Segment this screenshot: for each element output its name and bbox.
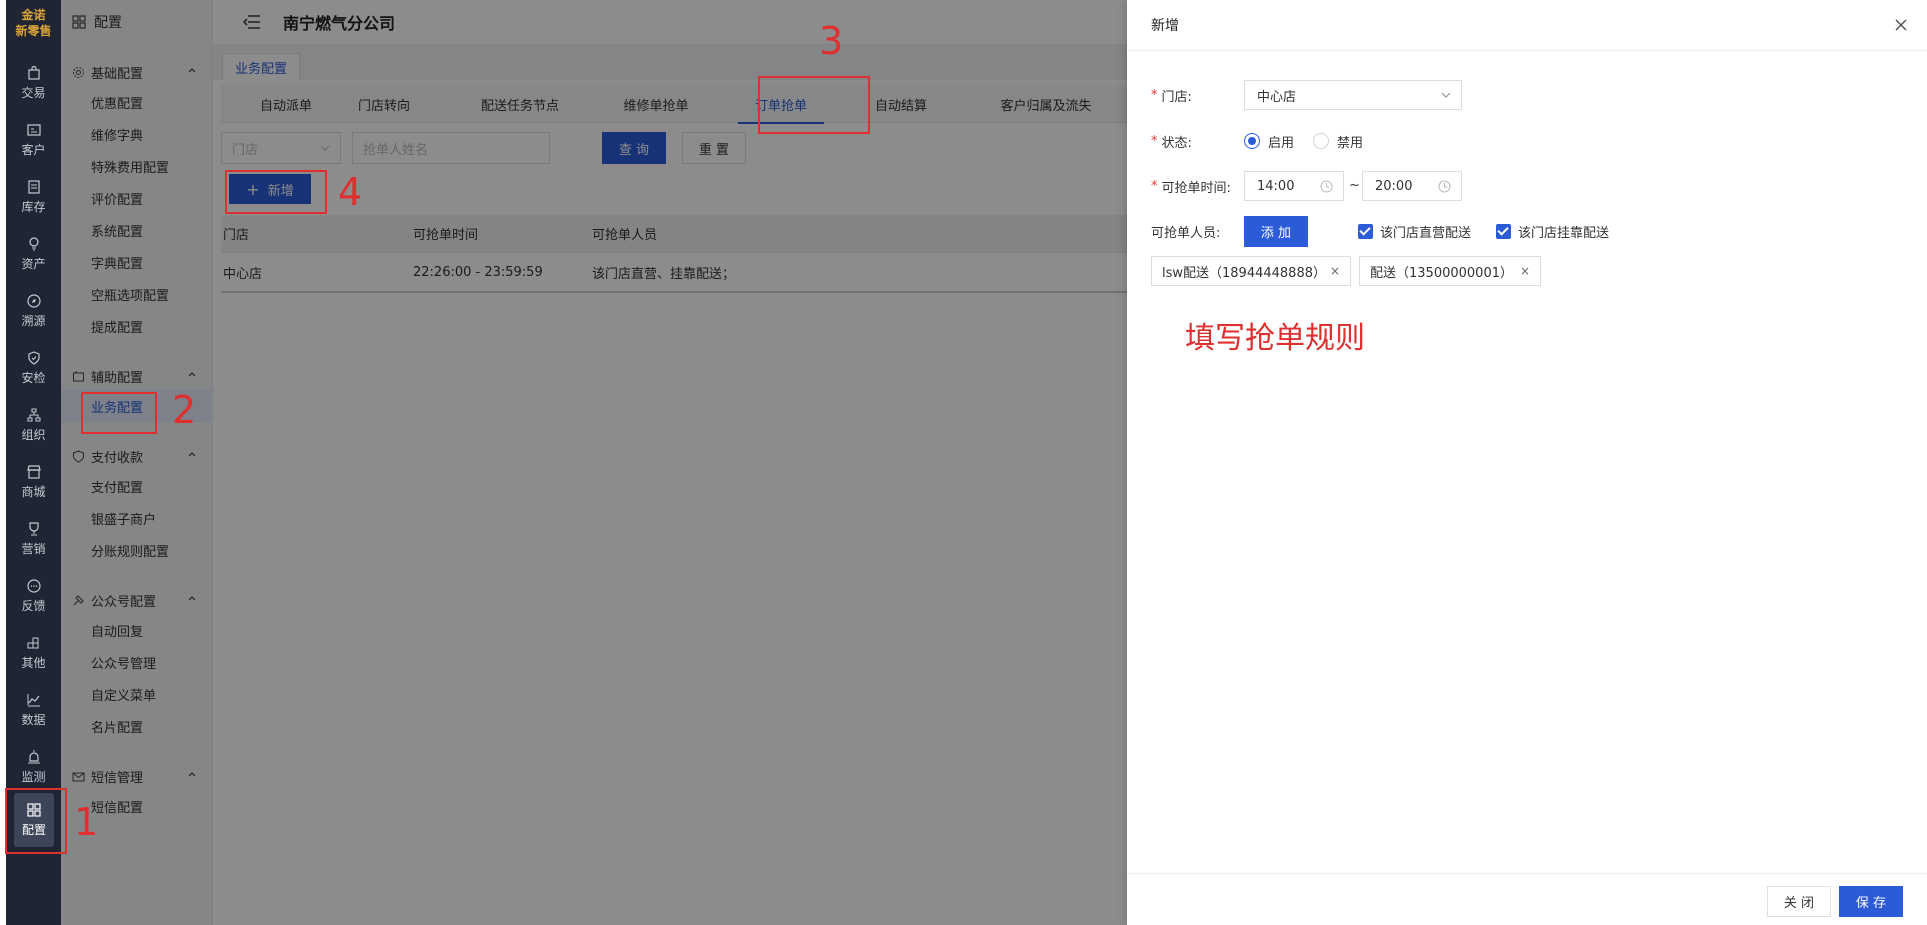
time-end-input[interactable]: 20:00 (1362, 171, 1462, 201)
required-mark: * (1151, 87, 1158, 103)
chevron-down-icon (1441, 92, 1451, 98)
lightbulb-icon (28, 237, 39, 251)
rail-item-label: 数据 (21, 713, 46, 727)
compass-icon (26, 294, 41, 308)
rail-item-7[interactable]: 商城 (6, 455, 61, 509)
id-card-icon (26, 124, 41, 136)
annotation-box-1 (5, 788, 67, 854)
radio-dot (1244, 133, 1260, 149)
status-enabled-label: 启用 (1268, 135, 1295, 151)
rail-item-label: 安检 (21, 371, 46, 385)
clock-icon (1438, 180, 1451, 193)
close-icon[interactable] (1893, 17, 1909, 33)
rail-item-6[interactable]: 组织 (6, 398, 61, 452)
org-chart-icon (27, 408, 40, 422)
annotation-number-1: 1 (74, 800, 99, 844)
annotation-text: 填写抢单规则 (1185, 321, 1365, 356)
rail-item-label: 库存 (21, 200, 46, 214)
time-end-value: 20:00 (1375, 178, 1413, 194)
blocks-icon (27, 637, 38, 649)
rail-item-11[interactable]: 数据 (6, 683, 61, 737)
annotation-box-2 (81, 392, 157, 434)
rail-item-2[interactable]: 库存 (6, 170, 61, 224)
drawer-store-value: 中心店 (1257, 89, 1297, 105)
checkbox-checked (1358, 223, 1373, 239)
rail-item-label: 反馈 (21, 599, 46, 613)
trophy-icon (28, 522, 39, 536)
rail-item-10[interactable]: 其他 (6, 626, 61, 680)
rail-item-label: 溯源 (21, 314, 46, 328)
close-button[interactable]: 关 闭 (1767, 886, 1831, 917)
status-enabled-radio[interactable]: 启用 (1244, 131, 1294, 151)
staff-tag: lsw配送（18944448888） × (1151, 256, 1351, 286)
annotation-number-2: 2 (172, 388, 197, 432)
store-icon (26, 465, 41, 479)
rail-item-label: 监测 (21, 770, 46, 784)
time-separator: ~ (1349, 178, 1360, 193)
annotation-box-4 (225, 170, 327, 214)
checkbox-checked (1496, 223, 1511, 239)
rail-item-label: 资产 (21, 257, 46, 271)
required-mark: * (1151, 133, 1158, 149)
rail-item-label: 其他 (21, 656, 46, 670)
shopping-bag-icon (27, 65, 40, 80)
logo-top-text: 金诺 (21, 8, 46, 22)
chat-bubble-icon (26, 579, 41, 593)
status-disabled-label: 禁用 (1337, 135, 1364, 151)
staff-label: 可抢单人员: (1151, 216, 1220, 246)
rail-item-3[interactable]: 资产 (6, 227, 61, 281)
affiliated-delivery-label: 该门店挂靠配送 (1518, 225, 1610, 241)
add-staff-button[interactable]: 添 加 (1244, 216, 1308, 247)
drawer-store-select[interactable]: 中心店 (1244, 80, 1462, 110)
annotation-box-3 (758, 76, 870, 134)
rail-item-9[interactable]: 反馈 (6, 569, 61, 623)
required-mark: * (1151, 178, 1158, 194)
direct-delivery-checkbox[interactable]: 该门店直营配送 (1358, 221, 1471, 241)
store-label-text: 门店: (1161, 89, 1192, 105)
drawer-overlay[interactable] (61, 0, 1127, 925)
rail-item-12[interactable]: 监测 (6, 740, 61, 794)
rail-item-4[interactable]: 溯源 (6, 284, 61, 338)
staff-tag-label: lsw配送（18944448888） (1162, 265, 1326, 281)
rail-item-label: 客户 (21, 143, 46, 157)
tag-close-icon[interactable]: × (1520, 264, 1530, 278)
save-button[interactable]: 保 存 (1839, 886, 1903, 917)
status-label-text: 状态: (1161, 135, 1192, 151)
rail-item-1[interactable]: 客户 (6, 113, 61, 167)
time-label: * 可抢单时间: (1151, 171, 1231, 201)
staff-tag-label: 配送（13500000001） (1370, 265, 1513, 281)
status-label: * 状态: (1151, 126, 1192, 156)
radio-dot (1313, 133, 1329, 149)
shield-check-icon (27, 351, 40, 365)
annotation-number-3: 3 (819, 19, 844, 63)
add-rule-drawer: 新增 * 门店: 中心店 * 状态: 启用 禁用 * 可抢单时间: 14:00 ~ 2… (1127, 0, 1927, 925)
status-disabled-radio[interactable]: 禁用 (1313, 131, 1363, 151)
affiliated-delivery-checkbox[interactable]: 该门店挂靠配送 (1496, 221, 1609, 241)
rail-item-8[interactable]: 营销 (6, 512, 61, 566)
rail-item-label: 商城 (21, 485, 46, 499)
rail-item-0[interactable]: 交易 (6, 56, 61, 110)
time-start-input[interactable]: 14:00 (1244, 171, 1344, 201)
annotation-number-4: 4 (338, 170, 363, 214)
drawer-footer: 关 闭 保 存 (1127, 873, 1927, 925)
app-logo: 金诺 新零售 (6, 0, 61, 46)
direct-delivery-label: 该门店直营配送 (1380, 225, 1472, 241)
drawer-title: 新增 (1151, 18, 1179, 34)
rail-item-label: 组织 (21, 428, 46, 442)
drawer-header: 新增 (1127, 0, 1927, 51)
time-label-text: 可抢单时间: (1161, 180, 1231, 196)
logo-bottom-text: 新零售 (15, 24, 52, 38)
rail-item-label: 交易 (21, 86, 46, 100)
store-label: * 门店: (1151, 80, 1192, 110)
staff-label-text: 可抢单人员: (1151, 225, 1221, 241)
line-chart-icon (27, 694, 40, 707)
alarm-icon (27, 750, 40, 764)
rail-item-label: 营销 (21, 542, 46, 556)
clipboard-icon (27, 180, 40, 194)
rail-item-5[interactable]: 安检 (6, 341, 61, 395)
tag-close-icon[interactable]: × (1330, 264, 1340, 278)
time-start-value: 14:00 (1257, 178, 1295, 194)
staff-tag: 配送（13500000001） × (1359, 256, 1541, 286)
clock-icon (1320, 180, 1333, 193)
